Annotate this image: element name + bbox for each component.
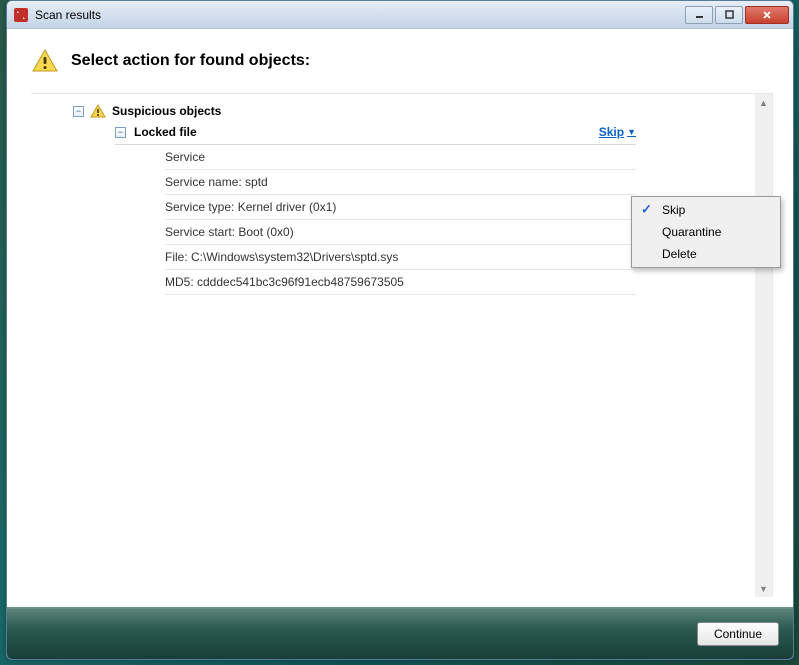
maximize-button[interactable] [715, 6, 743, 24]
titlebar[interactable]: Scan results [7, 1, 793, 29]
chevron-down-icon: ▼ [627, 127, 636, 137]
content-area: Select action for found objects: ▲ ▼ − S… [7, 29, 793, 607]
detail-row: Service type: Kernel driver (0x1) [165, 195, 636, 220]
dropdown-option-skip[interactable]: ✓ Skip [634, 199, 778, 221]
scroll-down-icon[interactable]: ▼ [755, 580, 772, 597]
window-title: Scan results [35, 8, 685, 22]
page-header: Select action for found objects: [31, 47, 773, 75]
minimize-button[interactable] [685, 6, 713, 24]
detail-row: Service [165, 145, 636, 170]
continue-button[interactable]: Continue [697, 622, 779, 646]
warning-icon [90, 103, 106, 119]
scan-results-window: Scan results Select action for found obj… [6, 0, 794, 660]
warning-icon [31, 47, 59, 75]
detail-row: MD5: cdddec541bc3c96f91ecb48759673505 [165, 270, 636, 295]
page-title: Select action for found objects: [71, 52, 310, 70]
detail-row: File: C:\Windows\system32\Drivers\sptd.s… [165, 245, 636, 270]
window-controls [685, 6, 789, 24]
close-button[interactable] [745, 6, 789, 24]
footer-bar: Continue [7, 607, 793, 659]
checkmark-icon: ✓ [641, 202, 652, 218]
results-tree: ▲ ▼ − Suspicious objects − Locked file S… [31, 93, 773, 597]
collapse-icon[interactable]: − [115, 127, 126, 138]
scroll-up-icon[interactable]: ▲ [755, 94, 772, 111]
vertical-scrollbar[interactable]: ▲ ▼ [755, 94, 772, 597]
dropdown-option-delete[interactable]: Delete [634, 243, 778, 265]
action-dropdown-link[interactable]: Skip ▼ [599, 125, 636, 139]
item-row[interactable]: − Locked file Skip ▼ [115, 122, 636, 145]
category-row[interactable]: − Suspicious objects [73, 100, 766, 122]
action-dropdown-menu: ✓ Skip Quarantine Delete [631, 196, 781, 268]
action-label: Skip [599, 125, 624, 139]
detail-row: Service name: sptd [165, 170, 636, 195]
collapse-icon[interactable]: − [73, 106, 84, 117]
item-label: Locked file [134, 125, 197, 139]
dropdown-option-quarantine[interactable]: Quarantine [634, 221, 778, 243]
category-label: Suspicious objects [112, 104, 221, 118]
detail-row: Service start: Boot (0x0) [165, 220, 636, 245]
app-icon [13, 7, 29, 23]
